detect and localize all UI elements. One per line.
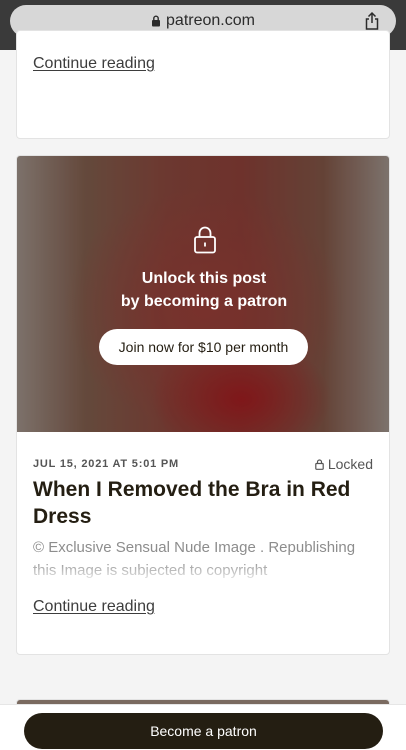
post-card-locked: Unlock this post by becoming a patron Jo… <box>16 155 390 655</box>
post-card: Continue reading <box>16 30 390 139</box>
join-now-button[interactable]: Join now for $10 per month <box>99 329 308 365</box>
post-title[interactable]: When I Removed the Bra in Red Dress <box>33 476 363 530</box>
continue-reading-link[interactable]: Continue reading <box>33 598 155 616</box>
post-date: JUL 15, 2021 AT 5:01 PM <box>33 458 179 470</box>
unlock-subheading: by becoming a patron <box>120 293 288 310</box>
padlock-icon <box>194 226 216 254</box>
bottom-cta-bar: Become a patron <box>0 704 406 750</box>
locked-label: Locked <box>327 456 373 472</box>
padlock-icon <box>152 15 161 27</box>
padlock-icon <box>315 458 324 470</box>
locked-badge: Locked <box>315 456 373 472</box>
continue-reading-link[interactable]: Continue reading <box>33 55 155 73</box>
post-excerpt: © Exclusive Sensual Nude Image . Republi… <box>33 539 356 579</box>
become-patron-button[interactable]: Become a patron <box>24 713 383 749</box>
url-text: patreon.com <box>166 12 255 29</box>
unlock-overlay: Unlock this post by becoming a patron Jo… <box>17 156 389 432</box>
share-icon[interactable] <box>362 11 382 31</box>
unlock-heading: Unlock this post <box>141 270 267 287</box>
